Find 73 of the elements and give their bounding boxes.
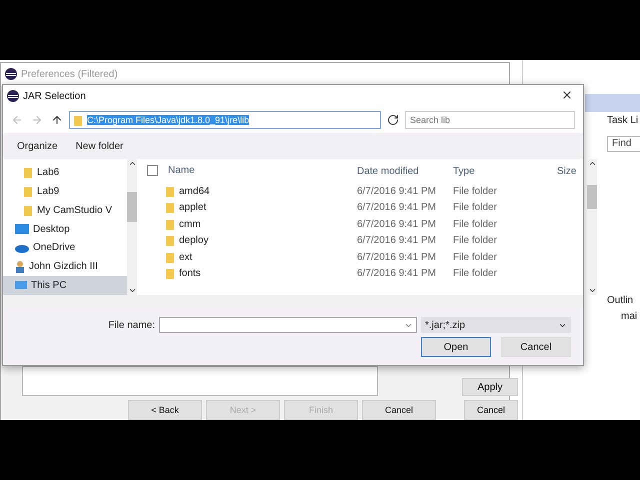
type-cell-text: File folder: [453, 202, 498, 214]
nav-item[interactable]: Desktop: [3, 220, 127, 238]
chevron-down-icon[interactable]: [588, 286, 596, 295]
cancel-button[interactable]: Cancel: [464, 400, 518, 420]
organize-button[interactable]: Organize: [17, 140, 58, 152]
column-header[interactable]: Size: [557, 166, 587, 176]
chevron-up-icon[interactable]: [588, 159, 596, 168]
app-logo-icon: [5, 68, 17, 80]
window-title: Preferences (Filtered): [21, 68, 118, 80]
wizard-button[interactable]: < Back: [128, 400, 202, 420]
column-header[interactable]: Type: [453, 166, 557, 176]
folder-icon: [165, 202, 175, 214]
file-name-label: File name:: [108, 320, 155, 330]
refresh-button[interactable]: [385, 114, 401, 126]
close-icon: [561, 88, 573, 100]
file-name[interactable]: cmm: [147, 218, 357, 230]
new-folder-button[interactable]: New folder: [76, 140, 124, 152]
desktop-icon: [15, 224, 29, 234]
view-tab[interactable]: Task Li: [607, 115, 638, 126]
dialog-title: JAR Selection: [23, 90, 87, 102]
file-name[interactable]: applet: [147, 202, 357, 214]
column-header[interactable]: Date modified: [357, 166, 453, 176]
column-header[interactable]: Name: [147, 165, 357, 177]
date-cell-text: 6/7/2016 9:41 PM: [357, 202, 437, 214]
date-cell-text: 6/7/2016 9:41 PM: [357, 235, 437, 246]
apply-button[interactable]: Apply: [462, 378, 518, 396]
outline-item[interactable]: mai: [621, 311, 638, 322]
search-field[interactable]: Search lib: [405, 111, 575, 129]
file-name[interactable]: amd64: [147, 186, 357, 197]
file-name[interactable]: ext: [147, 252, 357, 263]
nav-item[interactable]: Lab9: [3, 182, 127, 201]
folder-icon: [165, 218, 175, 230]
folder-icon: [165, 252, 175, 263]
find-field[interactable]: Find: [607, 136, 640, 152]
file-name[interactable]: deploy: [147, 235, 357, 246]
nav-item[interactable]: My CamStudio V: [3, 200, 127, 220]
open-button[interactable]: Open: [421, 337, 491, 357]
type-cell-text: File folder: [453, 218, 498, 230]
folder-icon: [165, 268, 175, 280]
file-name-field[interactable]: [159, 317, 417, 333]
folder-icon: [23, 204, 33, 216]
view-tab[interactable]: Outlin: [607, 295, 634, 306]
file-name[interactable]: fonts: [147, 268, 357, 280]
nav-item[interactable]: This PC: [3, 276, 127, 295]
view-header: [585, 94, 640, 112]
date-cell-text: 6/7/2016 9:41 PM: [357, 252, 437, 263]
select-all-checkbox[interactable]: [147, 165, 158, 176]
type-cell-text: File folder: [453, 252, 498, 263]
folder-icon: [73, 114, 83, 126]
scrollbar-thumb[interactable]: [127, 192, 137, 222]
wizard-button[interactable]: Cancel: [362, 400, 436, 420]
folder-icon: [23, 166, 33, 178]
date-cell-text: 6/7/2016 9:41 PM: [357, 218, 437, 230]
chevron-up-icon[interactable]: [128, 159, 136, 168]
user-icon: [15, 260, 25, 273]
folder-icon: [165, 235, 175, 246]
file-type-dropdown[interactable]: *.jar;*.zip: [421, 317, 571, 333]
cloud-icon: [15, 242, 29, 253]
type-cell-text: File folder: [453, 186, 498, 197]
date-cell-text: 6/7/2016 9:41 PM: [357, 186, 437, 197]
type-cell-text: File folder: [453, 268, 498, 280]
folder-icon: [165, 186, 175, 197]
app-logo-icon: [7, 90, 19, 102]
computer-icon: [15, 280, 27, 291]
scrollbar-thumb[interactable]: [587, 185, 597, 209]
chevron-down-icon[interactable]: [128, 286, 136, 295]
nav-item[interactable]: OneDrive: [3, 238, 127, 258]
type-cell-text: File folder: [453, 235, 498, 246]
nav-item[interactable]: John Gizdich III: [3, 257, 127, 276]
date-cell-text: 6/7/2016 9:41 PM: [357, 268, 437, 280]
cancel-button[interactable]: Cancel: [501, 337, 571, 357]
folder-icon: [23, 186, 33, 197]
nav-item[interactable]: Lab6: [3, 163, 127, 182]
